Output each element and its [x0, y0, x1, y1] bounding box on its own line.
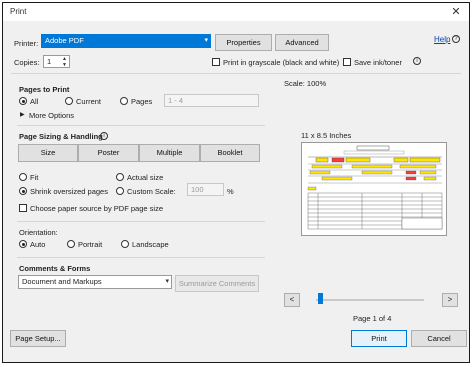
orientation-heading: Orientation:	[19, 228, 58, 237]
orientation-landscape-radio[interactable]	[121, 240, 129, 248]
choose-paper-source-checkbox[interactable]	[19, 204, 27, 212]
chevron-down-icon: ▾	[204, 37, 208, 44]
next-page-button[interactable]: >	[442, 293, 458, 307]
printer-selected-value: Adobe PDF	[45, 36, 84, 45]
printer-label: Printer:	[14, 39, 39, 48]
shrink-oversized-radio[interactable]	[19, 187, 27, 195]
orientation-landscape-label: Landscape	[132, 240, 169, 249]
copies-value: 1	[47, 57, 52, 66]
pages-range-value: 1 - 4	[168, 96, 184, 105]
copies-stepper[interactable]: 1 ▲ ▼	[43, 55, 70, 68]
close-icon[interactable]: ✕	[449, 5, 463, 19]
grayscale-checkbox[interactable]	[212, 58, 220, 66]
previous-page-button[interactable]: <	[284, 293, 300, 307]
shrink-oversized-label: Shrink oversized pages	[30, 187, 108, 196]
more-options-toggle[interactable]: More Options	[29, 111, 74, 120]
properties-button[interactable]: Properties	[215, 34, 272, 51]
print-button[interactable]: Print	[351, 330, 407, 347]
tab-multiple[interactable]: Multiple	[139, 144, 200, 162]
custom-scale-radio[interactable]	[116, 187, 124, 195]
title-bar: Print ✕	[3, 3, 469, 21]
chevron-left-icon: <	[289, 295, 295, 304]
tab-poster[interactable]: Poster	[78, 144, 139, 162]
percent-label: %	[227, 187, 234, 196]
actual-size-label: Actual size	[127, 173, 164, 182]
pages-all-radio[interactable]	[19, 97, 27, 105]
cancel-button[interactable]: Cancel	[411, 330, 467, 347]
pages-current-radio[interactable]	[65, 97, 73, 105]
page-preview-content	[307, 145, 443, 230]
scale-label: Scale: 100%	[284, 79, 327, 88]
header-divider	[11, 73, 461, 74]
page-setup-button[interactable]: Page Setup...	[10, 330, 66, 347]
advanced-button[interactable]: Advanced	[275, 34, 329, 51]
chevron-down-icon: ▾	[165, 278, 169, 285]
fit-radio[interactable]	[19, 173, 27, 181]
page-preview	[301, 142, 447, 236]
printer-select[interactable]: Adobe PDF ▾	[41, 34, 211, 48]
chevron-right-icon[interactable]: ▶	[20, 111, 25, 118]
help-link[interactable]: Help	[434, 35, 450, 44]
chevron-right-icon: >	[447, 295, 453, 304]
pages-to-print-heading: Pages to Print	[19, 85, 70, 94]
window-title: Print	[10, 7, 27, 16]
page-indicator: Page 1 of 4	[353, 314, 392, 323]
print-dialog: Print ✕ Printer: Adobe PDF ▾ Properties …	[2, 2, 470, 363]
section-divider	[17, 257, 265, 258]
page-sizing-heading: Page Sizing & Handling	[19, 132, 103, 141]
orientation-auto-label: Auto	[30, 240, 46, 249]
orientation-auto-radio[interactable]	[19, 240, 27, 248]
fit-label: Fit	[30, 173, 39, 182]
tab-booklet[interactable]: Booklet	[200, 144, 260, 162]
custom-scale-input[interactable]: 100	[187, 183, 224, 196]
custom-scale-value: 100	[191, 185, 204, 194]
comments-forms-heading: Comments & Forms	[19, 264, 91, 273]
section-divider	[17, 221, 265, 222]
comments-forms-value: Document and Markups	[22, 277, 102, 286]
save-ink-checkbox[interactable]	[343, 58, 351, 66]
custom-scale-label: Custom Scale:	[127, 187, 176, 196]
section-divider	[17, 125, 265, 126]
page-slider-thumb[interactable]	[318, 293, 323, 304]
orientation-portrait-radio[interactable]	[67, 240, 75, 248]
tab-size[interactable]: Size	[18, 144, 78, 162]
comments-forms-select[interactable]: Document and Markups ▾	[18, 275, 172, 289]
pages-all-label: All	[30, 97, 39, 106]
pages-current-label: Current	[76, 97, 102, 106]
pages-range-label: Pages	[131, 97, 153, 106]
stepper-down-icon[interactable]: ▼	[62, 62, 67, 68]
actual-size-radio[interactable]	[116, 173, 124, 181]
paper-size-label: 11 x 8.5 Inches	[301, 131, 352, 140]
choose-paper-source-label: Choose paper source by PDF page size	[30, 204, 163, 213]
pages-range-input[interactable]: 1 - 4	[164, 94, 259, 107]
info-icon[interactable]: i	[100, 132, 108, 140]
page-slider-track[interactable]	[316, 299, 424, 301]
summarize-comments-button[interactable]: Summarize Comments	[175, 275, 259, 292]
copies-label: Copies:	[14, 58, 40, 67]
save-ink-label: Save ink/toner	[354, 58, 402, 67]
orientation-portrait-label: Portrait	[78, 240, 103, 249]
info-icon[interactable]: i	[413, 57, 421, 65]
help-icon[interactable]: ?	[452, 35, 460, 43]
grayscale-label: Print in grayscale (black and white)	[223, 58, 340, 67]
pages-range-radio[interactable]	[120, 97, 128, 105]
